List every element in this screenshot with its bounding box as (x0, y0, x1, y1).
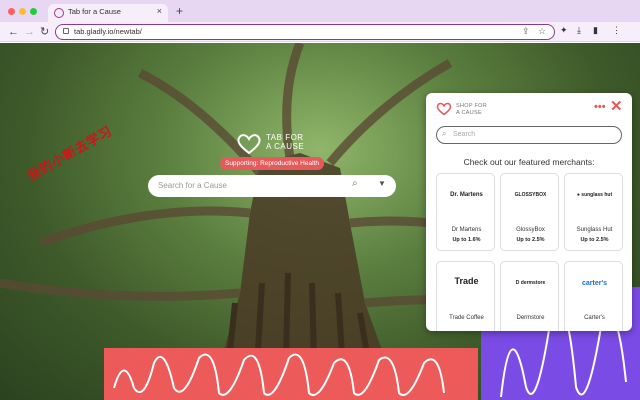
extensions-puzzle-icon[interactable]: ✦ (560, 25, 568, 36)
merchant-name: Trade Coffee (449, 315, 484, 321)
search-input[interactable]: Search for a Cause ⌕ ▼ (148, 175, 396, 197)
merchant-card-glossybox[interactable]: GLOSSYBOX GlossyBox Up to 2.5% (500, 173, 559, 251)
merchant-search-input[interactable]: ⌕ Search (436, 126, 622, 144)
maximize-window-button[interactable] (30, 8, 37, 15)
shop-logo-icon (436, 102, 452, 116)
merchant-card-trade-coffee[interactable]: Trade Trade Coffee (436, 261, 495, 331)
share-icon[interactable]: ⇪ (522, 26, 530, 37)
new-tab-button[interactable]: + (176, 4, 183, 18)
shop-for-a-cause-popup: SHOP FOR A CAUSE ••• ✕ ⌕ Search Check ou… (426, 93, 632, 331)
merchant-card-carters[interactable]: carter's Carter's (564, 261, 623, 331)
minimize-window-button[interactable] (19, 8, 26, 15)
new-tab-page: 我的小新去学习 TAB FOR A CAUSE Supporting: Repr… (0, 43, 640, 400)
featured-merchants-heading: Check out our featured merchants: (463, 157, 595, 167)
merchant-logo: Trade (454, 276, 479, 286)
logo-text-line1: TAB FOR (266, 133, 304, 142)
merchant-cashback: Up to 1.6% (452, 237, 481, 243)
merchant-search-placeholder: Search (453, 131, 476, 138)
merchant-card-sunglass-hut[interactable]: ● sunglass hut Sunglass Hut Up to 2.5% (564, 173, 623, 251)
tab-close-icon[interactable]: × (157, 6, 162, 16)
back-icon[interactable]: ← (8, 24, 19, 40)
search-placeholder: Search for a Cause (158, 181, 227, 190)
merchant-name: Dr Martens (451, 227, 482, 233)
forward-icon[interactable]: → (24, 24, 35, 40)
merchant-logo: Dr. Martens (450, 192, 483, 198)
browser-toolbar: ← → ↻ tab.gladly.io/newtab/ ⇪ ☆ ✦ ⤓ ▮ ⋮ (0, 22, 640, 42)
merchant-card-dermstore[interactable]: D dermstore Dermstore (500, 261, 559, 331)
bookmark-star-icon[interactable]: ☆ (538, 26, 546, 37)
merchant-name: Dermstore (516, 315, 545, 321)
chevron-down-icon[interactable]: ▼ (378, 179, 386, 188)
download-icon[interactable]: ⤓ (577, 25, 581, 36)
merchant-logo: carter's (581, 280, 608, 287)
lock-icon (63, 28, 69, 34)
close-window-button[interactable] (8, 8, 15, 15)
merchant-logo: ● sunglass hut (576, 192, 613, 198)
merchant-card-dr-martens[interactable]: Dr. Martens Dr Martens Up to 1.6% (436, 173, 495, 251)
merchant-logo: D dermstore (515, 280, 546, 286)
close-icon[interactable]: ✕ (610, 97, 623, 115)
merchant-name: Carter's (584, 315, 605, 321)
tab-title: Tab for a Cause (68, 7, 121, 16)
popup-brand-line1: SHOP FOR (456, 103, 488, 109)
merchant-name: GlossyBox (516, 227, 545, 233)
search-icon: ⌕ (442, 129, 447, 138)
supporting-cause-badge[interactable]: Supporting: Reproductive Health (220, 157, 324, 170)
url-text: tab.gladly.io/newtab/ (74, 27, 142, 36)
popup-brand-line2: A CAUSE (456, 109, 482, 116)
logo-text-line2: A CAUSE (266, 142, 305, 151)
tab-favicon-icon (54, 8, 64, 18)
reload-icon[interactable]: ↻ (40, 24, 49, 40)
merchant-cashback: Up to 2.5% (516, 237, 545, 243)
search-icon[interactable]: ⌕ (352, 178, 358, 189)
more-options-icon[interactable]: ••• (594, 101, 606, 113)
sidebar-icon[interactable]: ▮ (593, 25, 598, 36)
merchant-name: Sunglass Hut (576, 227, 613, 233)
coral-decorative-banner (104, 348, 478, 400)
browser-tab[interactable]: Tab for a Cause × (48, 4, 168, 22)
heart-logo-icon (237, 134, 261, 155)
merchant-logo: GLOSSYBOX (514, 192, 547, 198)
browser-titlebar: Tab for a Cause × + (0, 0, 640, 22)
merchant-cashback: Up to 2.5% (580, 237, 609, 243)
address-bar[interactable]: tab.gladly.io/newtab/ ⇪ ☆ (55, 24, 555, 40)
menu-kebab-icon[interactable]: ⋮ (612, 25, 621, 36)
